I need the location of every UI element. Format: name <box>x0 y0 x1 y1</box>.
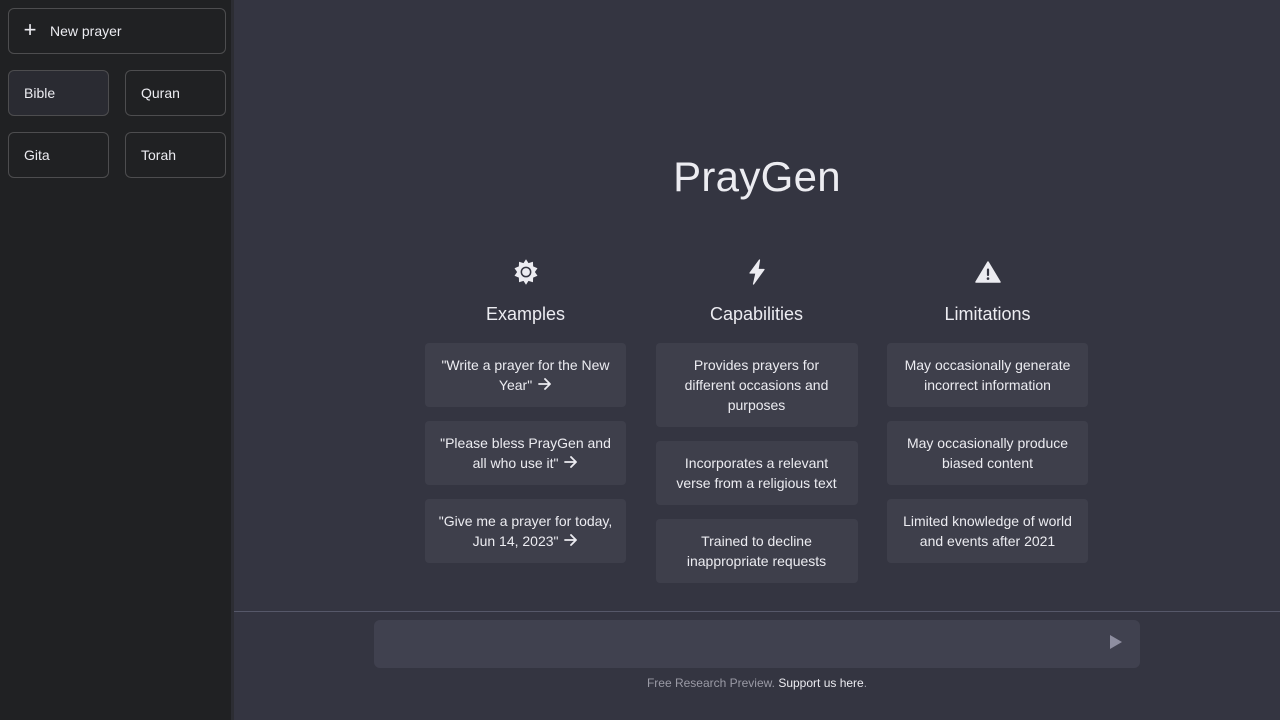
arrow-right-icon <box>564 453 578 473</box>
send-button[interactable] <box>1108 634 1124 655</box>
support-link[interactable]: Support us here <box>778 676 863 690</box>
input-divider <box>234 611 1280 612</box>
example-prompt-button[interactable]: "Write a prayer for the New Year" <box>425 343 626 407</box>
examples-title: Examples <box>485 304 566 324</box>
capabilities-column: Capabilities Provides prayers for differ… <box>655 258 858 597</box>
book-button-gita[interactable]: Gita <box>8 132 109 178</box>
capability-item: Provides prayers for different occasions… <box>655 343 858 427</box>
arrow-right-icon <box>564 531 578 551</box>
book-button-torah[interactable]: Torah <box>125 132 226 178</box>
example-prompt-text: "Write a prayer for the New Year" <box>441 357 610 393</box>
new-prayer-label: New prayer <box>50 23 122 39</box>
footer: Free Research Preview. Support us here. <box>234 676 1280 690</box>
send-icon <box>1109 634 1123 655</box>
example-prompt-button[interactable]: "Give me a prayer for today, Jun 14, 202… <box>425 499 626 563</box>
new-prayer-button[interactable]: + New prayer <box>8 8 226 54</box>
app: + New prayer Bible Quran Gita Torah Pray… <box>0 0 1280 720</box>
prompt-input[interactable] <box>374 620 1140 668</box>
plus-icon: + <box>23 17 37 42</box>
capability-item: Incorporates a relevant verse from a rel… <box>655 441 858 505</box>
examples-column: Examples "Write a prayer for the New Yea… <box>425 258 626 597</box>
arrow-right-icon <box>538 375 552 395</box>
limitations-column: Limitations May occasionally generate in… <box>887 258 1088 597</box>
footer-suffix: . <box>863 676 868 690</box>
sun-icon <box>512 258 540 286</box>
prompt-input-container <box>374 620 1140 668</box>
scripture-selector: Bible Quran Gita Torah <box>8 70 226 178</box>
limitation-item: May occasionally generate incorrect info… <box>887 343 1088 407</box>
book-button-quran[interactable]: Quran <box>125 70 226 116</box>
limitation-item: Limited knowledge of world and events af… <box>887 499 1088 563</box>
example-prompt-text: "Please bless PrayGen and all who use it… <box>440 435 611 471</box>
limitations-title: Limitations <box>944 304 1031 324</box>
book-button-bible[interactable]: Bible <box>8 70 109 116</box>
capabilities-title: Capabilities <box>709 304 804 324</box>
main-panel: PrayGen Examples "Write a prayer for the… <box>234 0 1280 720</box>
lightning-icon <box>743 258 771 286</box>
limitation-item: May occasionally produce biased content <box>887 421 1088 485</box>
warning-icon <box>974 258 1002 286</box>
sidebar: + New prayer Bible Quran Gita Torah <box>0 0 234 720</box>
example-prompt-text: "Give me a prayer for today, Jun 14, 202… <box>438 513 613 549</box>
example-prompt-button[interactable]: "Please bless PrayGen and all who use it… <box>425 421 626 485</box>
capability-item: Trained to decline inappropriate request… <box>655 519 858 583</box>
intro-columns: Examples "Write a prayer for the New Yea… <box>425 258 1088 597</box>
footer-text: Free Research Preview. <box>646 676 779 690</box>
page-title: PrayGen <box>673 153 841 200</box>
